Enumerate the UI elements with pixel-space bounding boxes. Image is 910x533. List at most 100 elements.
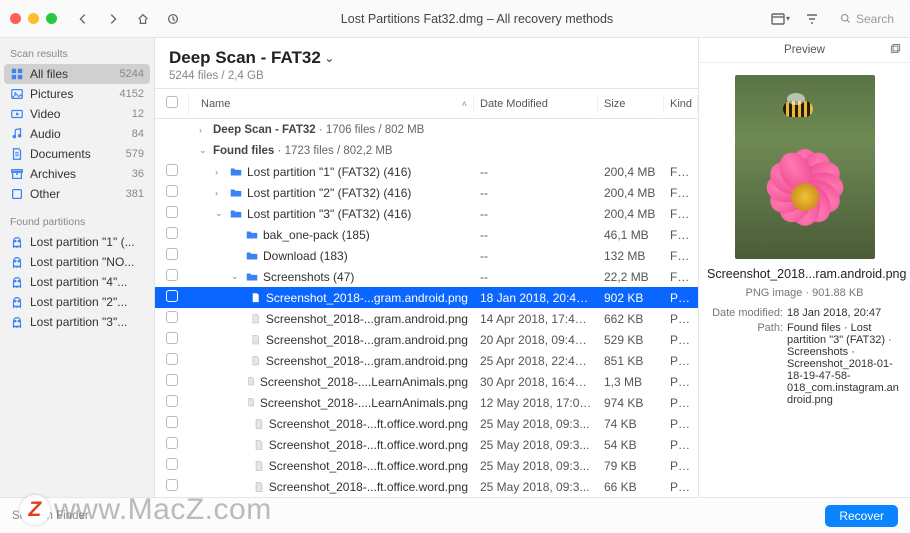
sidebar-item-audio[interactable]: Audio84 — [0, 124, 154, 144]
row-checkbox[interactable] — [155, 269, 189, 284]
sidebar-partition-item[interactable]: Lost partition "4"... — [0, 272, 154, 292]
file-row[interactable]: Screenshot_2018-...gram.android.png18 Ja… — [155, 287, 698, 308]
row-name: Lost partition "2" (FAT32) (416) — [247, 186, 411, 200]
folder-row[interactable]: ⌄Lost partition "3" (FAT32) (416)--200,4… — [155, 203, 698, 224]
row-checkbox[interactable] — [155, 353, 189, 368]
folder-row[interactable]: ›Lost partition "2" (FAT32) (416)--200,4… — [155, 182, 698, 203]
sidebar-item-all[interactable]: All files5244 — [4, 64, 150, 84]
row-name: Screenshot_2018-....LearnAnimals.png — [260, 375, 468, 389]
file-row[interactable]: Screenshot_2018-...ft.office.word.png25 … — [155, 455, 698, 476]
row-checkbox[interactable] — [155, 227, 189, 242]
group-row[interactable]: ⌄Found files · 1723 files / 802,2 MB — [155, 140, 698, 161]
filter-button[interactable] — [801, 8, 823, 30]
file-row[interactable]: Screenshot_2018-...gram.android.png 20 Ap… — [155, 329, 698, 350]
row-checkbox[interactable] — [155, 185, 189, 200]
column-date[interactable]: Date Modified — [474, 95, 598, 113]
sidebar-item-other[interactable]: Other381 — [0, 184, 154, 204]
column-name[interactable]: Name˄ — [189, 95, 474, 113]
minimize-window-button[interactable] — [28, 13, 39, 24]
row-checkbox[interactable] — [155, 248, 189, 263]
folder-icon — [245, 249, 259, 263]
row-size: 200,4 MB — [598, 165, 664, 179]
column-size[interactable]: Size — [598, 95, 664, 113]
main-title[interactable]: Deep Scan - FAT32 ⌄ — [169, 48, 684, 68]
file-row[interactable]: Screenshot_2018-...ft.office.word.png25 … — [155, 434, 698, 455]
row-checkbox[interactable] — [155, 164, 189, 179]
sidebar-item-pictures[interactable]: Pictures4152 — [0, 84, 154, 104]
file-icon — [250, 333, 261, 347]
zoom-window-button[interactable] — [46, 13, 57, 24]
row-checkbox[interactable] — [155, 206, 189, 221]
disclosure-icon[interactable]: › — [215, 167, 225, 177]
view-options-button[interactable]: ▾ — [769, 8, 791, 30]
file-row[interactable]: Screenshot_2018-...ft.office.word.png25 … — [155, 413, 698, 434]
forward-button[interactable] — [101, 8, 125, 30]
group-row[interactable]: ›Deep Scan - FAT32 · 1706 files / 802 MB — [155, 119, 698, 140]
row-checkbox[interactable] — [155, 458, 189, 473]
column-kind[interactable]: Kind — [664, 95, 698, 113]
search-input[interactable]: Search — [833, 10, 900, 28]
folder-row[interactable]: ⌄Screenshots (47)--22,2 MBFol... — [155, 266, 698, 287]
row-kind: Fol... — [664, 186, 698, 200]
file-row[interactable]: Screenshot_2018-....LearnAnimals.png30 A… — [155, 371, 698, 392]
row-checkbox[interactable] — [155, 479, 189, 494]
row-name: Screenshot_2018-...gram.android.png — [266, 333, 468, 347]
row-size: 132 MB — [598, 249, 664, 263]
other-icon — [10, 187, 24, 201]
row-checkbox[interactable] — [155, 395, 189, 410]
row-date: 20 Apr 2018, 09:48:... — [474, 333, 598, 347]
main-panel: Deep Scan - FAT32 ⌄ 5244 files / 2,4 GB … — [155, 38, 698, 533]
row-size: 22,2 MB — [598, 270, 664, 284]
folder-row[interactable]: Download (183)--132 MBFol... — [155, 245, 698, 266]
sidebar-item-archives[interactable]: Archives36 — [0, 164, 154, 184]
row-kind: PN... — [664, 480, 698, 494]
sidebar-item-label: Archives — [30, 167, 76, 181]
documents-icon — [10, 147, 24, 161]
pictures-icon — [10, 87, 24, 101]
close-window-button[interactable] — [10, 13, 21, 24]
row-checkbox[interactable] — [155, 416, 189, 431]
row-size: 200,4 MB — [598, 207, 664, 221]
file-row[interactable]: Screenshot_2018-...gram.android.png14 Ap… — [155, 308, 698, 329]
sidebar-partition-item[interactable]: Lost partition "2"... — [0, 292, 154, 312]
folder-row[interactable]: ›Lost partition "1" (FAT32) (416)--200,4… — [155, 161, 698, 182]
preview-date-value: 18 Jan 2018, 20:47 — [787, 307, 900, 319]
file-list[interactable]: ›Deep Scan - FAT32 · 1706 files / 802 MB… — [155, 119, 698, 533]
sidebar-partition-item[interactable]: Lost partition "3"... — [0, 312, 154, 332]
file-row[interactable]: Screenshot_2018-....LearnAnimals.png12 M… — [155, 392, 698, 413]
row-checkbox[interactable] — [155, 332, 189, 347]
open-external-icon[interactable] — [889, 42, 902, 58]
file-icon — [246, 375, 256, 389]
sidebar-item-count: 5244 — [120, 68, 144, 80]
sidebar-partition-item[interactable]: Lost partition "NO... — [0, 252, 154, 272]
file-icon — [253, 480, 265, 494]
row-checkbox[interactable] — [155, 374, 189, 389]
sidebar-partition-item[interactable]: Lost partition "1" (... — [0, 232, 154, 252]
recover-button[interactable]: Recover — [825, 505, 898, 527]
folder-row[interactable]: bak_one-pack (185)--46,1 MBFol... — [155, 224, 698, 245]
sidebar-item-documents[interactable]: Documents579 — [0, 144, 154, 164]
sidebar-item-label: Lost partition "2"... — [30, 295, 127, 309]
disclosure-icon[interactable]: › — [199, 125, 209, 135]
disclosure-icon[interactable]: ⌄ — [215, 208, 225, 219]
home-button[interactable] — [131, 8, 155, 30]
row-kind: Fol... — [664, 165, 698, 179]
file-row[interactable]: Screenshot_2018-...gram.android.png25 Ap… — [155, 350, 698, 371]
row-checkbox[interactable] — [155, 311, 189, 326]
back-button[interactable] — [71, 8, 95, 30]
disclosure-icon[interactable]: ⌄ — [199, 145, 209, 156]
disclosure-icon[interactable]: › — [215, 188, 225, 198]
row-checkbox[interactable] — [155, 437, 189, 452]
folder-icon — [229, 186, 243, 200]
sidebar-item-label: Video — [30, 107, 60, 121]
row-size: 974 KB — [598, 396, 664, 410]
history-button[interactable] — [161, 8, 185, 30]
file-row[interactable]: Screenshot_2018-...ft.office.word.png25 … — [155, 476, 698, 497]
disclosure-icon[interactable]: ⌄ — [231, 271, 241, 282]
sidebar-item-label: Audio — [30, 127, 61, 141]
sidebar-item-video[interactable]: Video12 — [0, 104, 154, 124]
column-checkbox[interactable] — [155, 93, 189, 114]
row-checkbox[interactable] — [155, 290, 189, 305]
show-in-finder-link[interactable]: Show in Finder — [12, 510, 89, 522]
file-icon — [246, 396, 256, 410]
